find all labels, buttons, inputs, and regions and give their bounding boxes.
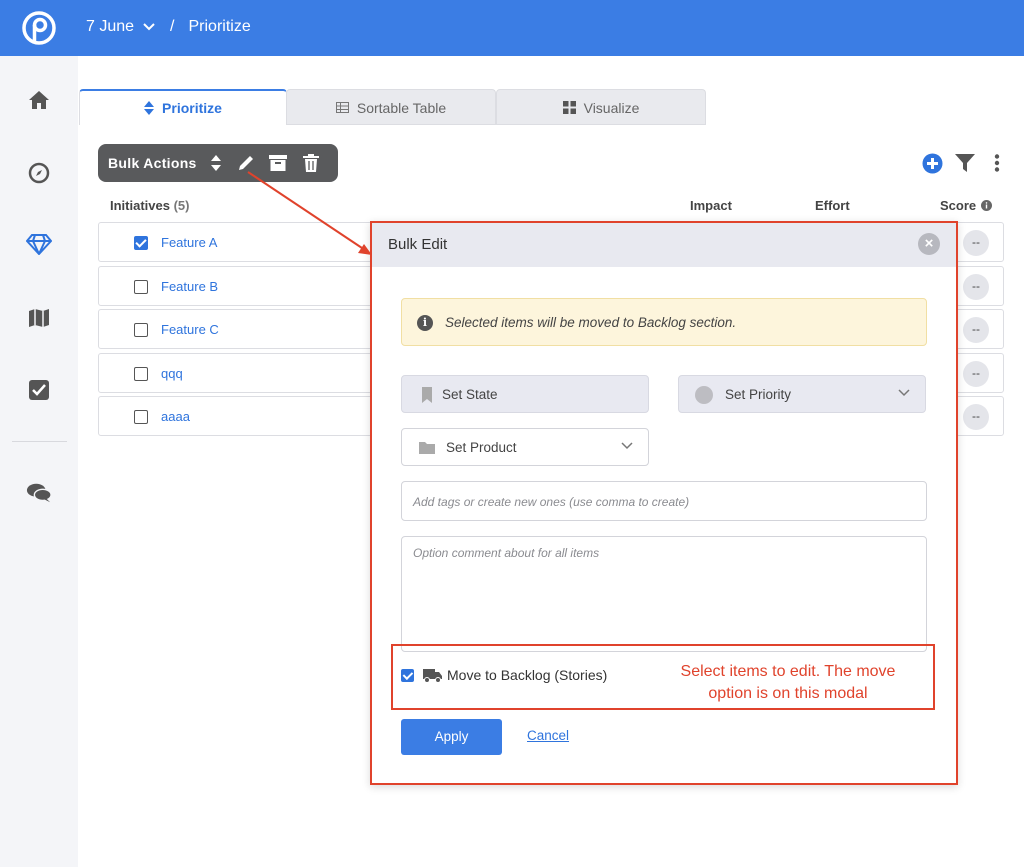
initiatives-count: (5) <box>173 198 190 213</box>
tab-prioritize[interactable]: Prioritize <box>79 89 287 125</box>
breadcrumb-separator: / <box>170 18 175 35</box>
set-state-select[interactable]: Set State <box>401 375 649 413</box>
chevron-down-icon <box>621 442 633 450</box>
map-icon[interactable] <box>26 305 52 331</box>
row-checkbox[interactable] <box>134 367 148 381</box>
circle-icon <box>695 386 713 404</box>
bookmark-icon <box>422 387 432 403</box>
set-product-label: Set Product <box>446 440 517 455</box>
modal-header: Bulk Edit × <box>372 223 956 267</box>
chevron-down-icon[interactable] <box>142 22 156 32</box>
close-icon[interactable]: × <box>918 233 940 255</box>
comment-textarea[interactable]: Option comment about for all items <box>401 536 927 652</box>
move-to-backlog-checkbox[interactable] <box>401 669 414 682</box>
move-to-backlog-label[interactable]: Move to Backlog (Stories) <box>447 667 607 683</box>
row-name[interactable]: Feature B <box>161 279 218 294</box>
tab-visualize[interactable]: Visualize <box>496 89 706 125</box>
compass-icon[interactable] <box>26 160 52 186</box>
annotation-text: Select items to edit. The move option is… <box>653 661 923 705</box>
row-checkbox[interactable] <box>134 280 148 294</box>
score-pill[interactable]: -- <box>963 230 989 256</box>
annotation-line: option is on this modal <box>708 685 868 702</box>
row-checkbox[interactable] <box>134 236 148 250</box>
app-logo-icon[interactable] <box>22 11 56 45</box>
score-pill[interactable]: -- <box>963 274 989 300</box>
tab-underline <box>286 124 706 125</box>
grid-icon <box>562 101 576 114</box>
modal-title: Bulk Edit <box>388 236 448 253</box>
more-icon[interactable] <box>986 152 1008 174</box>
date-selector[interactable]: 7 June <box>86 18 134 36</box>
cancel-link[interactable]: Cancel <box>527 728 569 743</box>
diamond-icon[interactable] <box>26 231 52 257</box>
notice-banner: i Selected items will be moved to Backlo… <box>401 298 927 346</box>
impact-header[interactable]: Impact <box>690 198 732 213</box>
checkbox-icon[interactable] <box>26 377 52 403</box>
tab-sortable-table[interactable]: Sortable Table <box>286 89 496 125</box>
set-product-select[interactable]: Set Product <box>401 428 649 466</box>
row-name[interactable]: aaaa <box>161 409 190 424</box>
tags-input[interactable]: Add tags or create new ones (use comma t… <box>401 481 927 521</box>
chevron-down-icon <box>898 389 910 397</box>
effort-header[interactable]: Effort <box>815 198 850 213</box>
row-checkbox[interactable] <box>134 410 148 424</box>
folder-icon <box>419 442 435 454</box>
add-icon[interactable] <box>921 152 943 174</box>
row-name[interactable]: qqq <box>161 366 183 381</box>
tab-label: Visualize <box>583 99 640 116</box>
bulk-edit-modal: Bulk Edit × i Selected items will be mov… <box>370 221 958 785</box>
filter-icon[interactable] <box>954 152 976 174</box>
set-state-label: Set State <box>442 387 498 402</box>
score-pill[interactable]: -- <box>963 317 989 343</box>
bulk-actions-bar: Bulk Actions <box>98 144 338 182</box>
table-icon <box>335 102 349 113</box>
sidebar-divider <box>12 441 67 442</box>
annotation-highlight-box: Move to Backlog (Stories) Select items t… <box>391 644 935 710</box>
initiatives-header: Initiatives (5) <box>110 198 189 213</box>
sidebar <box>0 56 78 867</box>
set-priority-label: Set Priority <box>725 387 792 402</box>
info-icon: i <box>417 315 433 331</box>
breadcrumb: 7 June / Prioritize <box>86 18 251 36</box>
score-label: Score <box>940 198 977 213</box>
sort-icon[interactable] <box>206 153 226 173</box>
notice-text: Selected items will be moved to Backlog … <box>445 315 737 330</box>
sort-icon <box>144 101 155 115</box>
pencil-icon[interactable] <box>236 153 256 173</box>
score-header[interactable]: Score <box>940 198 993 213</box>
top-bar: 7 June / Prioritize <box>0 0 1024 56</box>
tab-label: Prioritize <box>162 100 222 116</box>
archive-icon[interactable] <box>268 153 288 173</box>
home-icon[interactable] <box>26 87 52 113</box>
row-checkbox[interactable] <box>134 323 148 337</box>
row-name[interactable]: Feature C <box>161 322 219 337</box>
bulk-actions-label: Bulk Actions <box>108 155 197 171</box>
truck-icon <box>423 669 442 683</box>
breadcrumb-current: Prioritize <box>188 18 251 35</box>
score-pill[interactable]: -- <box>963 404 989 430</box>
info-icon[interactable] <box>981 200 993 211</box>
apply-button[interactable]: Apply <box>401 719 502 755</box>
annotation-line: Select items to edit. The move <box>680 663 896 680</box>
tab-label: Sortable Table <box>356 99 447 116</box>
row-name[interactable]: Feature A <box>161 235 217 250</box>
initiatives-label: Initiatives <box>110 198 170 213</box>
chat-icon[interactable] <box>26 480 52 506</box>
trash-icon[interactable] <box>301 153 321 173</box>
set-priority-select[interactable]: Set Priority <box>678 375 926 413</box>
score-pill[interactable]: -- <box>963 361 989 387</box>
